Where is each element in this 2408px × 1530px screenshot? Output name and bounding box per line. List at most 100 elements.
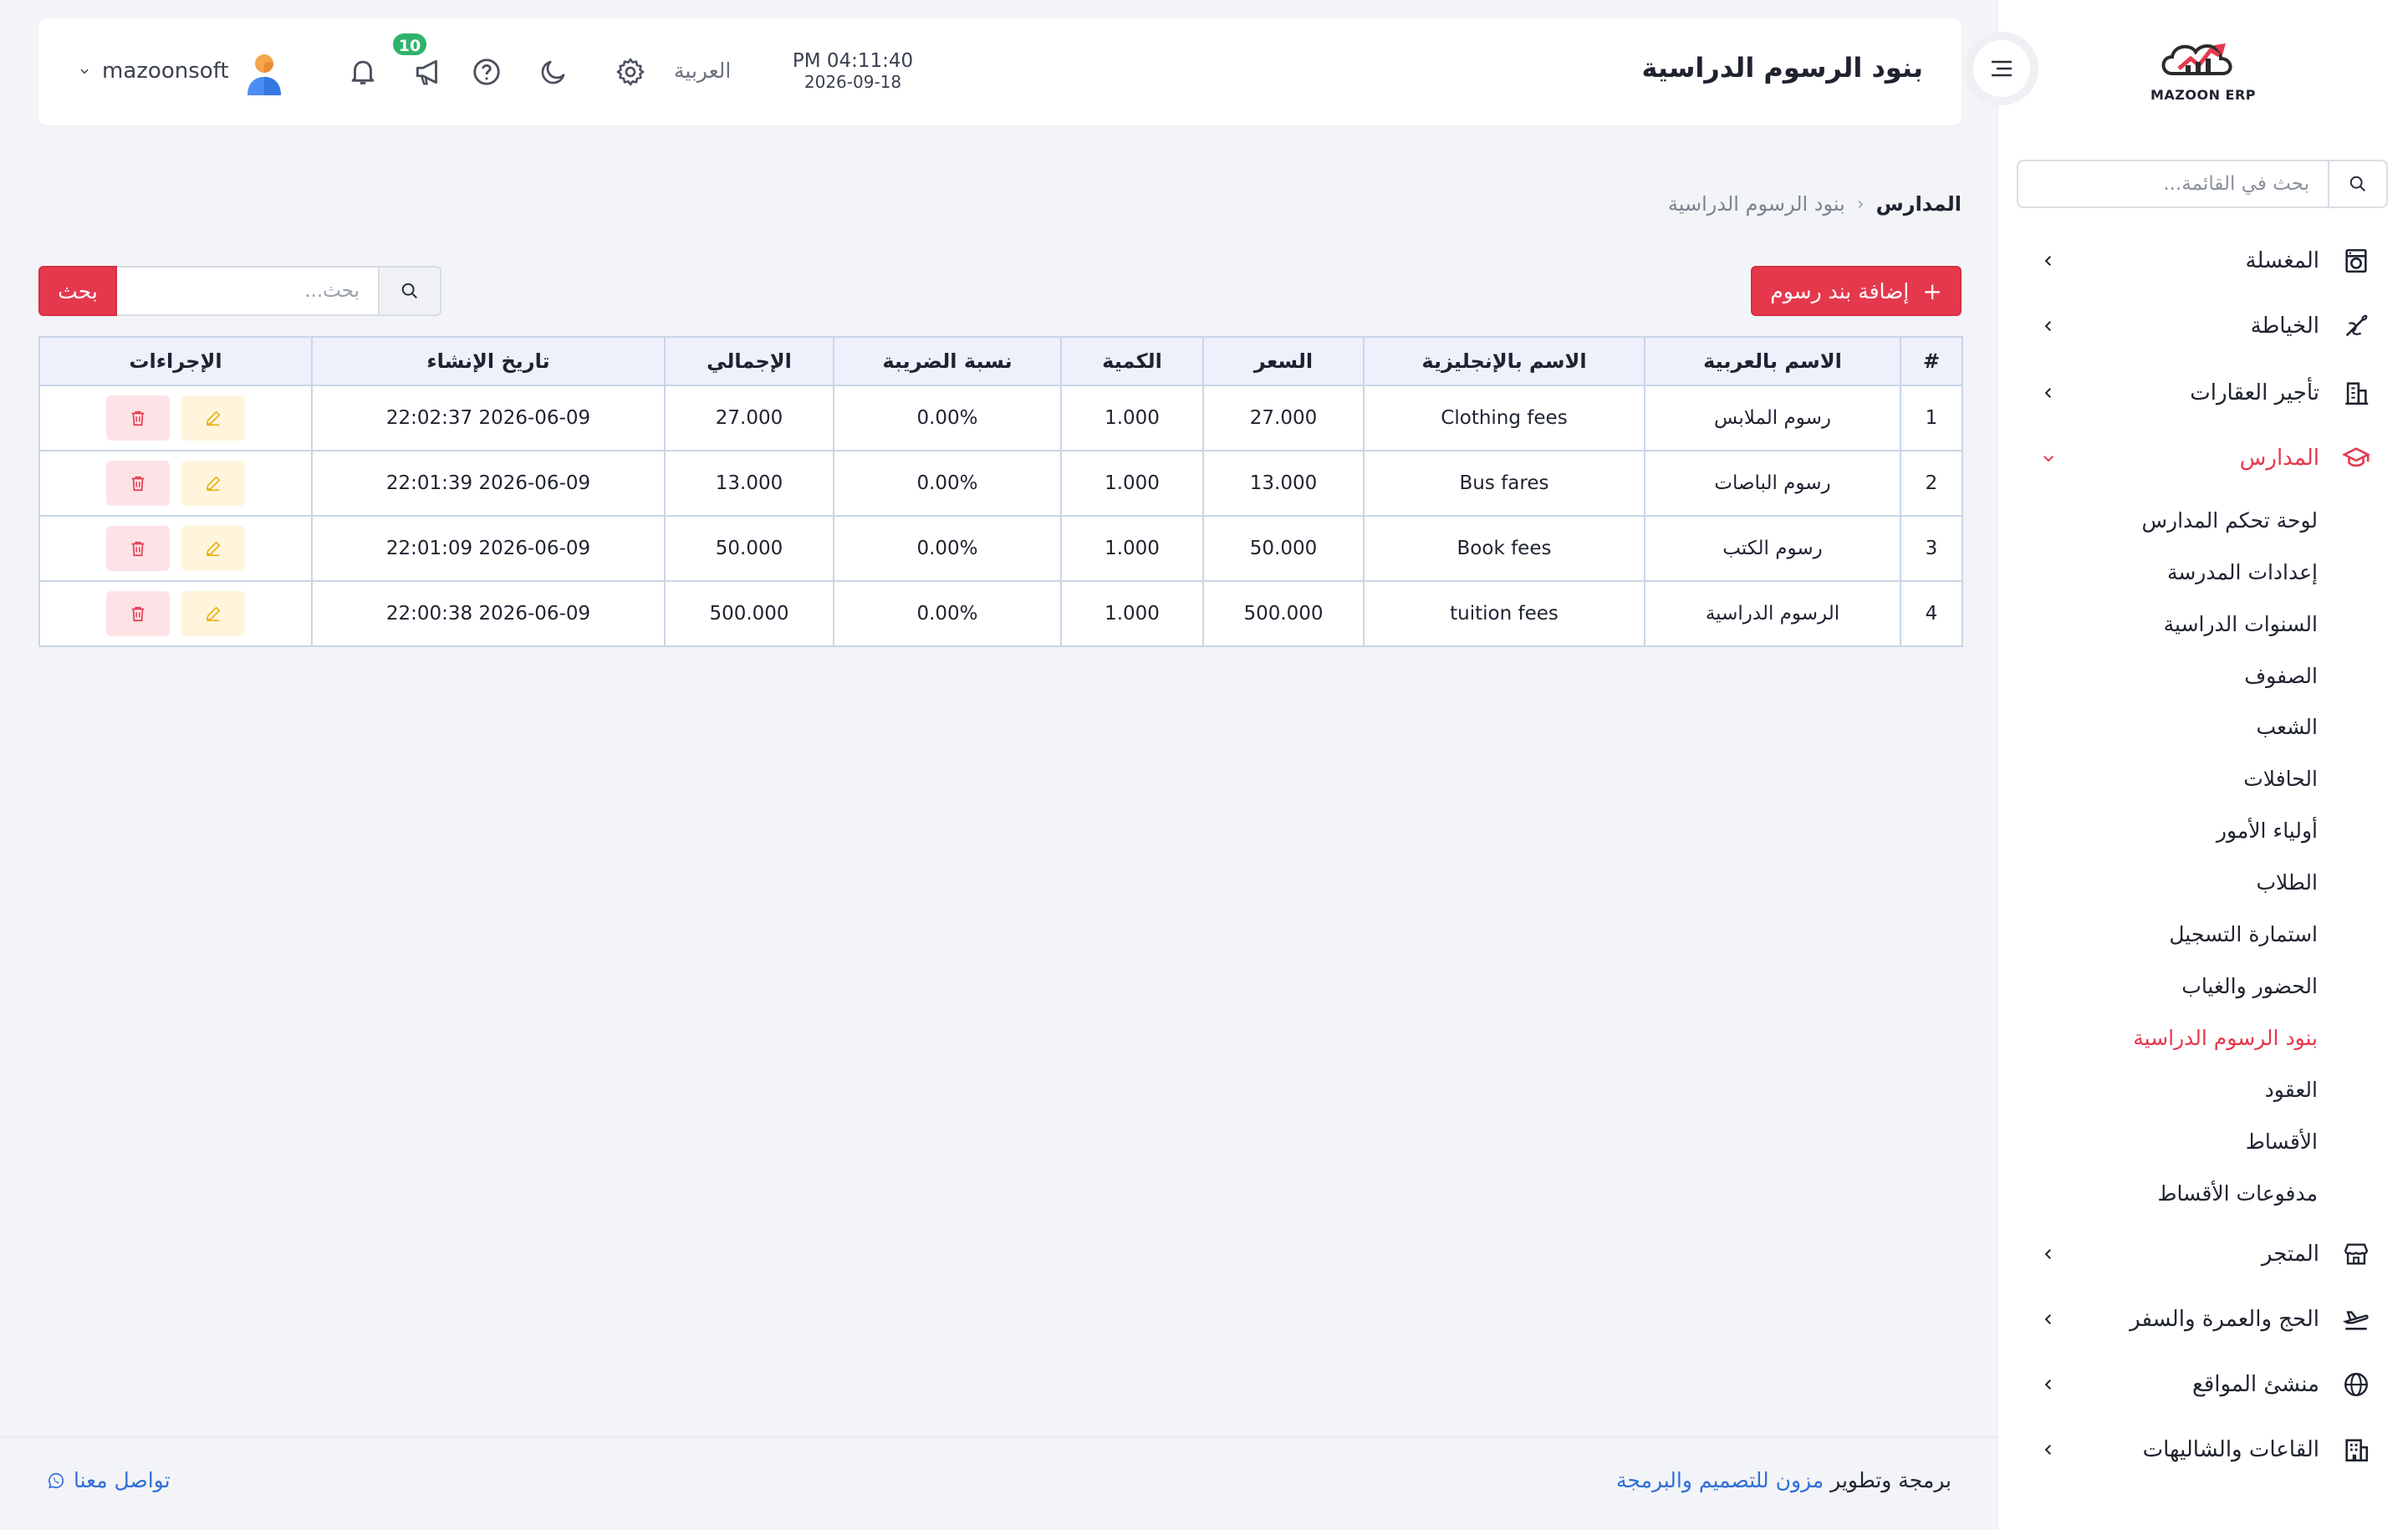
page-title: بنود الرسوم الدراسية	[1641, 52, 1923, 84]
breadcrumb-root[interactable]: المدارس	[1876, 192, 1962, 216]
add-fee-item-label: إضافة بند رسوم	[1770, 278, 1910, 303]
search-button[interactable]: بحث	[38, 266, 117, 316]
sidebar-subitem-buses[interactable]: الحافلات	[2032, 758, 2318, 800]
sidebar-subitem-academic-years[interactable]: السنوات الدراسية	[2032, 604, 2318, 645]
sidebar-subitem-installment-payments[interactable]: مدفوعات الأقساط	[2032, 1173, 2318, 1215]
column-header[interactable]: #	[1900, 336, 1963, 386]
sidebar-item-label: المدارس	[2239, 446, 2319, 471]
edit-button[interactable]	[181, 591, 245, 636]
sidebar-subitem-contracts[interactable]: العقود	[2032, 1069, 2318, 1111]
sidebar-item-label: الخياطة	[2250, 314, 2319, 339]
search-input[interactable]	[117, 266, 378, 316]
cell-tax-rate: 0.00%	[833, 580, 1062, 647]
cell-total: 13.000	[664, 450, 834, 517]
sidebar-item-schools[interactable]: المدارس	[2032, 433, 2375, 483]
cell-created-at: 2026-06-09 22:01:09	[311, 515, 666, 582]
delete-button[interactable]	[106, 461, 170, 506]
cell-name-ar: رسوم الكتب	[1644, 515, 1901, 582]
chevron-left-icon	[2032, 1442, 2065, 1457]
logo[interactable]: MAZOON ERP	[2145, 33, 2262, 117]
user-menu[interactable]: mazoonsoft	[79, 59, 229, 84]
sidebar-item-halls-chalets[interactable]: القاعات والشاليهات	[2032, 1425, 2375, 1475]
column-header[interactable]: تاريخ الإنشاء	[311, 336, 666, 386]
sidebar-subitem-schools-dashboard[interactable]: لوحة تحكم المدارس	[2032, 500, 2319, 542]
sidebar-item-laundry[interactable]: المغسلة	[2032, 236, 2375, 286]
gear-icon[interactable]	[612, 54, 649, 90]
megaphone-icon[interactable]	[410, 54, 446, 90]
column-header[interactable]: الاسم بالعربية	[1644, 336, 1901, 386]
cell-actions	[38, 450, 313, 517]
sidebar-item-website-builder[interactable]: منشئ المواقع	[2032, 1359, 2375, 1410]
plane-icon	[2338, 1305, 2375, 1334]
edit-button[interactable]	[181, 526, 245, 571]
cell-total: 50.000	[664, 515, 834, 582]
column-header[interactable]: الاسم بالإنجليزية	[1363, 336, 1645, 386]
cell-name-ar: الرسوم الدراسية	[1644, 580, 1901, 647]
chevron-left-icon	[2032, 253, 2065, 268]
sidebar-item-real-estate[interactable]: تأجير العقارات	[2032, 368, 2375, 418]
contact-us-link[interactable]: تواصل معنا	[47, 1468, 171, 1492]
sidebar-item-label: الحج والعمرة والسفر	[2130, 1307, 2319, 1332]
plus-icon: +	[1922, 277, 1942, 305]
cell-index: 4	[1900, 580, 1963, 647]
edit-button[interactable]	[181, 395, 245, 441]
add-fee-item-button[interactable]: + إضافة بند رسوم	[1751, 266, 1962, 316]
cell-actions	[38, 580, 313, 647]
column-header[interactable]: نسبة الضريبة	[833, 336, 1062, 386]
cell-quantity: 1.000	[1060, 385, 1204, 451]
fee-items-table: # الاسم بالعربية الاسم بالإنجليزية السعر…	[38, 336, 1963, 647]
sidebar-search	[2017, 160, 2388, 208]
breadcrumb: المدارس ‹ بنود الرسوم الدراسية	[1421, 192, 1962, 216]
sidebar-item-sewing[interactable]: الخياطة	[2032, 301, 2375, 351]
breadcrumb-current: بنود الرسوم الدراسية	[1667, 192, 1845, 216]
menu-toggle-button[interactable]	[1965, 32, 2038, 105]
footer-credit-link[interactable]: مزون للتصميم والبرمجة	[1616, 1468, 1824, 1492]
pencil-icon	[204, 474, 222, 492]
sidebar-subitem-installments[interactable]: الأقساط	[2032, 1121, 2318, 1163]
logo-icon	[2161, 43, 2232, 75]
sidebar-subitem-school-settings[interactable]: إعدادات المدرسة	[2032, 552, 2318, 594]
sidebar-item-label: تأجير العقارات	[2190, 380, 2319, 405]
sidebar-item-hajj-travel[interactable]: الحج والعمرة والسفر	[2032, 1294, 2375, 1344]
cell-name-en: Clothing fees	[1363, 385, 1645, 451]
cell-price: 50.000	[1202, 515, 1365, 582]
help-icon[interactable]	[468, 54, 505, 90]
avatar[interactable]	[244, 52, 284, 95]
edit-button[interactable]	[181, 461, 245, 506]
sidebar-subitem-registration-form[interactable]: استمارة التسجيل	[2032, 914, 2318, 956]
store-icon	[2338, 1240, 2375, 1268]
language-switch[interactable]: العربية	[674, 59, 731, 83]
trash-icon	[129, 604, 147, 623]
delete-button[interactable]	[106, 591, 170, 636]
sewing-icon	[2338, 312, 2375, 340]
column-header[interactable]: الكمية	[1060, 336, 1204, 386]
sidebar-search-input[interactable]	[2018, 161, 2328, 207]
pencil-icon	[204, 604, 222, 623]
delete-button[interactable]	[106, 395, 170, 441]
clock-time: PM 04:11:40	[792, 50, 914, 72]
chevron-left-icon	[2032, 1312, 2065, 1327]
chevron-left-icon	[2032, 1377, 2065, 1392]
sidebar-subitem-grades[interactable]: الصفوف	[2032, 655, 2318, 697]
delete-button[interactable]	[106, 526, 170, 571]
cell-name-ar: رسوم الباصات	[1644, 450, 1901, 517]
building-icon	[2338, 379, 2375, 407]
column-header[interactable]: الإجمالي	[664, 336, 834, 386]
moon-icon[interactable]	[535, 54, 572, 90]
contact-us-label: تواصل معنا	[74, 1468, 171, 1492]
pencil-icon	[204, 539, 222, 558]
column-header[interactable]: السعر	[1202, 336, 1365, 386]
sidebar-subitem-guardians[interactable]: أولياء الأمور	[2032, 810, 2318, 852]
sidebar-subitem-students[interactable]: الطلاب	[2032, 862, 2318, 904]
sidebar-subitem-fee-items[interactable]: بنود الرسوم الدراسية	[2032, 1017, 2318, 1059]
cell-name-ar: رسوم الملابس	[1644, 385, 1901, 451]
cell-name-en: tuition fees	[1363, 580, 1645, 647]
sidebar-item-store[interactable]: المتجر	[2032, 1229, 2375, 1279]
whatsapp-icon	[47, 1471, 65, 1490]
search-icon[interactable]	[378, 266, 441, 316]
search-icon[interactable]	[2328, 161, 2386, 207]
cell-created-at: 2026-06-09 22:01:39	[311, 450, 666, 517]
sidebar-subitem-attendance[interactable]: الحضور والغياب	[2032, 966, 2318, 1007]
sidebar-subitem-sections[interactable]: الشعب	[2032, 706, 2318, 748]
bell-icon[interactable]	[344, 54, 381, 90]
